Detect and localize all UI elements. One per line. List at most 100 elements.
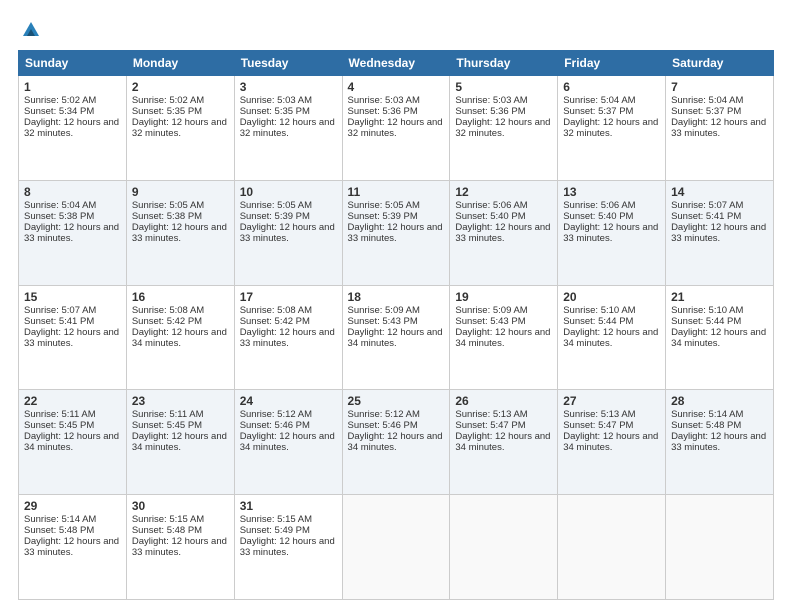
weekday-header-row: SundayMondayTuesdayWednesdayThursdayFrid… [19,51,774,76]
empty-cell [450,495,558,600]
daylight-label: Daylight: 12 hours and 33 minutes. [24,536,119,558]
weekday-saturday: Saturday [666,51,774,76]
sunrise-label: Sunrise: 5:10 AM [671,305,743,316]
daylight-label: Daylight: 12 hours and 34 minutes. [455,327,550,349]
sunset-label: Sunset: 5:45 PM [24,420,94,431]
weekday-tuesday: Tuesday [234,51,342,76]
daylight-label: Daylight: 12 hours and 32 minutes. [240,117,335,139]
sunrise-label: Sunrise: 5:07 AM [24,305,96,316]
sunrise-label: Sunrise: 5:05 AM [240,200,312,211]
sunrise-label: Sunrise: 5:15 AM [132,514,204,525]
day-number: 4 [348,80,445,94]
day-number: 19 [455,290,552,304]
week-row-4: 22 Sunrise: 5:11 AM Sunset: 5:45 PM Dayl… [19,390,774,495]
day-number: 30 [132,499,229,513]
daylight-label: Daylight: 12 hours and 33 minutes. [455,222,550,244]
day-cell-15: 15 Sunrise: 5:07 AM Sunset: 5:41 PM Dayl… [19,285,127,390]
sunrise-label: Sunrise: 5:07 AM [671,200,743,211]
day-number: 27 [563,394,660,408]
day-number: 22 [24,394,121,408]
day-cell-30: 30 Sunrise: 5:15 AM Sunset: 5:48 PM Dayl… [126,495,234,600]
daylight-label: Daylight: 12 hours and 33 minutes. [348,222,443,244]
sunset-label: Sunset: 5:37 PM [563,106,633,117]
daylight-label: Daylight: 12 hours and 33 minutes. [240,222,335,244]
sunrise-label: Sunrise: 5:12 AM [348,409,420,420]
sunset-label: Sunset: 5:35 PM [240,106,310,117]
day-number: 14 [671,185,768,199]
day-number: 26 [455,394,552,408]
day-number: 10 [240,185,337,199]
day-number: 3 [240,80,337,94]
sunset-label: Sunset: 5:46 PM [240,420,310,431]
sunrise-label: Sunrise: 5:04 AM [563,95,635,106]
daylight-label: Daylight: 12 hours and 34 minutes. [240,431,335,453]
sunset-label: Sunset: 5:39 PM [240,211,310,222]
sunrise-label: Sunrise: 5:05 AM [348,200,420,211]
sunrise-label: Sunrise: 5:15 AM [240,514,312,525]
daylight-label: Daylight: 12 hours and 33 minutes. [671,431,766,453]
daylight-label: Daylight: 12 hours and 34 minutes. [132,327,227,349]
sunset-label: Sunset: 5:38 PM [132,211,202,222]
day-cell-10: 10 Sunrise: 5:05 AM Sunset: 5:39 PM Dayl… [234,180,342,285]
day-cell-31: 31 Sunrise: 5:15 AM Sunset: 5:49 PM Dayl… [234,495,342,600]
sunrise-label: Sunrise: 5:12 AM [240,409,312,420]
day-cell-2: 2 Sunrise: 5:02 AM Sunset: 5:35 PM Dayli… [126,76,234,181]
weekday-wednesday: Wednesday [342,51,450,76]
sunset-label: Sunset: 5:35 PM [132,106,202,117]
day-cell-5: 5 Sunrise: 5:03 AM Sunset: 5:36 PM Dayli… [450,76,558,181]
week-row-5: 29 Sunrise: 5:14 AM Sunset: 5:48 PM Dayl… [19,495,774,600]
day-number: 20 [563,290,660,304]
daylight-label: Daylight: 12 hours and 33 minutes. [24,222,119,244]
day-cell-23: 23 Sunrise: 5:11 AM Sunset: 5:45 PM Dayl… [126,390,234,495]
day-cell-3: 3 Sunrise: 5:03 AM Sunset: 5:35 PM Dayli… [234,76,342,181]
header [18,18,774,40]
sunrise-label: Sunrise: 5:11 AM [24,409,96,420]
sunrise-label: Sunrise: 5:14 AM [671,409,743,420]
sunrise-label: Sunrise: 5:03 AM [455,95,527,106]
weekday-monday: Monday [126,51,234,76]
day-cell-29: 29 Sunrise: 5:14 AM Sunset: 5:48 PM Dayl… [19,495,127,600]
day-number: 15 [24,290,121,304]
day-number: 18 [348,290,445,304]
week-row-1: 1 Sunrise: 5:02 AM Sunset: 5:34 PM Dayli… [19,76,774,181]
weekday-friday: Friday [558,51,666,76]
day-cell-19: 19 Sunrise: 5:09 AM Sunset: 5:43 PM Dayl… [450,285,558,390]
daylight-label: Daylight: 12 hours and 33 minutes. [240,536,335,558]
day-cell-14: 14 Sunrise: 5:07 AM Sunset: 5:41 PM Dayl… [666,180,774,285]
day-number: 12 [455,185,552,199]
logo-icon [20,18,42,40]
day-number: 5 [455,80,552,94]
sunset-label: Sunset: 5:43 PM [348,316,418,327]
sunset-label: Sunset: 5:45 PM [132,420,202,431]
sunrise-label: Sunrise: 5:06 AM [455,200,527,211]
sunrise-label: Sunrise: 5:06 AM [563,200,635,211]
sunset-label: Sunset: 5:49 PM [240,525,310,536]
day-number: 2 [132,80,229,94]
sunset-label: Sunset: 5:42 PM [240,316,310,327]
day-cell-20: 20 Sunrise: 5:10 AM Sunset: 5:44 PM Dayl… [558,285,666,390]
daylight-label: Daylight: 12 hours and 32 minutes. [455,117,550,139]
sunset-label: Sunset: 5:47 PM [455,420,525,431]
daylight-label: Daylight: 12 hours and 33 minutes. [132,536,227,558]
daylight-label: Daylight: 12 hours and 34 minutes. [563,327,658,349]
sunset-label: Sunset: 5:41 PM [671,211,741,222]
day-cell-13: 13 Sunrise: 5:06 AM Sunset: 5:40 PM Dayl… [558,180,666,285]
day-cell-26: 26 Sunrise: 5:13 AM Sunset: 5:47 PM Dayl… [450,390,558,495]
sunrise-label: Sunrise: 5:03 AM [240,95,312,106]
day-cell-21: 21 Sunrise: 5:10 AM Sunset: 5:44 PM Dayl… [666,285,774,390]
sunset-label: Sunset: 5:44 PM [671,316,741,327]
sunset-label: Sunset: 5:40 PM [563,211,633,222]
day-cell-4: 4 Sunrise: 5:03 AM Sunset: 5:36 PM Dayli… [342,76,450,181]
sunrise-label: Sunrise: 5:10 AM [563,305,635,316]
empty-cell [342,495,450,600]
day-number: 7 [671,80,768,94]
daylight-label: Daylight: 12 hours and 32 minutes. [348,117,443,139]
day-number: 13 [563,185,660,199]
sunset-label: Sunset: 5:38 PM [24,211,94,222]
day-number: 11 [348,185,445,199]
day-cell-1: 1 Sunrise: 5:02 AM Sunset: 5:34 PM Dayli… [19,76,127,181]
sunrise-label: Sunrise: 5:11 AM [132,409,204,420]
empty-cell [666,495,774,600]
daylight-label: Daylight: 12 hours and 33 minutes. [240,327,335,349]
logo [18,18,44,40]
